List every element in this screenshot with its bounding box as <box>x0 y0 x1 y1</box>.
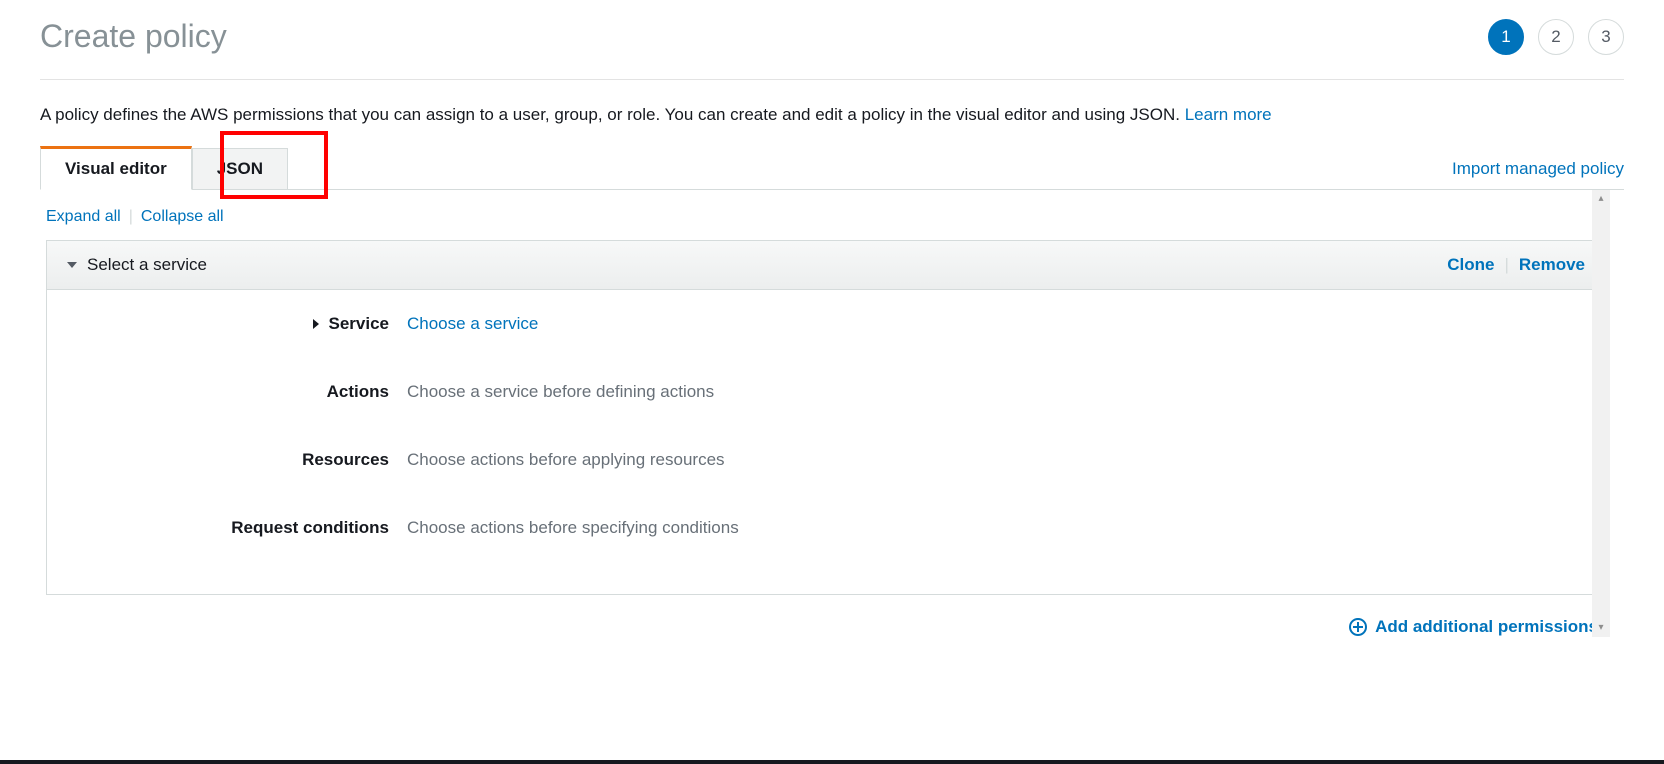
resources-label: Resources <box>302 450 389 470</box>
tab-json[interactable]: JSON <box>192 148 288 190</box>
expand-all-link[interactable]: Expand all <box>46 208 121 226</box>
scroll-up-icon[interactable]: ▴ <box>1592 190 1610 208</box>
learn-more-link[interactable]: Learn more <box>1185 105 1272 124</box>
intro-body: A policy defines the AWS permissions tha… <box>40 105 1185 124</box>
wizard-steps: 1 2 3 <box>1488 19 1624 55</box>
step-3[interactable]: 3 <box>1588 19 1624 55</box>
vertical-scrollbar[interactable]: ▴ ▾ <box>1592 190 1610 637</box>
actions-label: Actions <box>327 382 389 402</box>
footer-divider <box>0 760 1664 764</box>
caret-down-icon <box>67 262 77 268</box>
actions-placeholder: Choose a service before defining actions <box>407 382 714 402</box>
resources-placeholder: Choose actions before applying resources <box>407 450 725 470</box>
import-managed-policy-link[interactable]: Import managed policy <box>1452 149 1624 189</box>
panel-header[interactable]: Select a service Clone | Remove <box>47 241 1605 290</box>
separator: | <box>1504 255 1508 275</box>
add-additional-permissions-link[interactable]: Add additional permissions <box>1349 617 1598 637</box>
clone-link[interactable]: Clone <box>1447 255 1494 275</box>
choose-service-link[interactable]: Choose a service <box>407 314 538 334</box>
permissions-panel: Select a service Clone | Remove Service <box>46 240 1606 595</box>
separator: | <box>129 208 133 226</box>
conditions-placeholder: Choose actions before specifying conditi… <box>407 518 739 538</box>
page-title: Create policy <box>40 18 227 55</box>
caret-right-icon[interactable] <box>313 319 319 329</box>
step-1[interactable]: 1 <box>1488 19 1524 55</box>
panel-title: Select a service <box>87 255 207 275</box>
scroll-down-icon[interactable]: ▾ <box>1592 619 1610 637</box>
intro-text: A policy defines the AWS permissions tha… <box>40 102 1624 128</box>
add-permissions-label: Add additional permissions <box>1375 617 1598 637</box>
service-label: Service <box>329 314 390 334</box>
remove-link[interactable]: Remove <box>1519 255 1585 275</box>
tab-visual-editor[interactable]: Visual editor <box>40 146 192 190</box>
plus-circle-icon <box>1349 618 1367 636</box>
conditions-label: Request conditions <box>231 518 389 538</box>
collapse-all-link[interactable]: Collapse all <box>141 208 224 226</box>
step-2[interactable]: 2 <box>1538 19 1574 55</box>
